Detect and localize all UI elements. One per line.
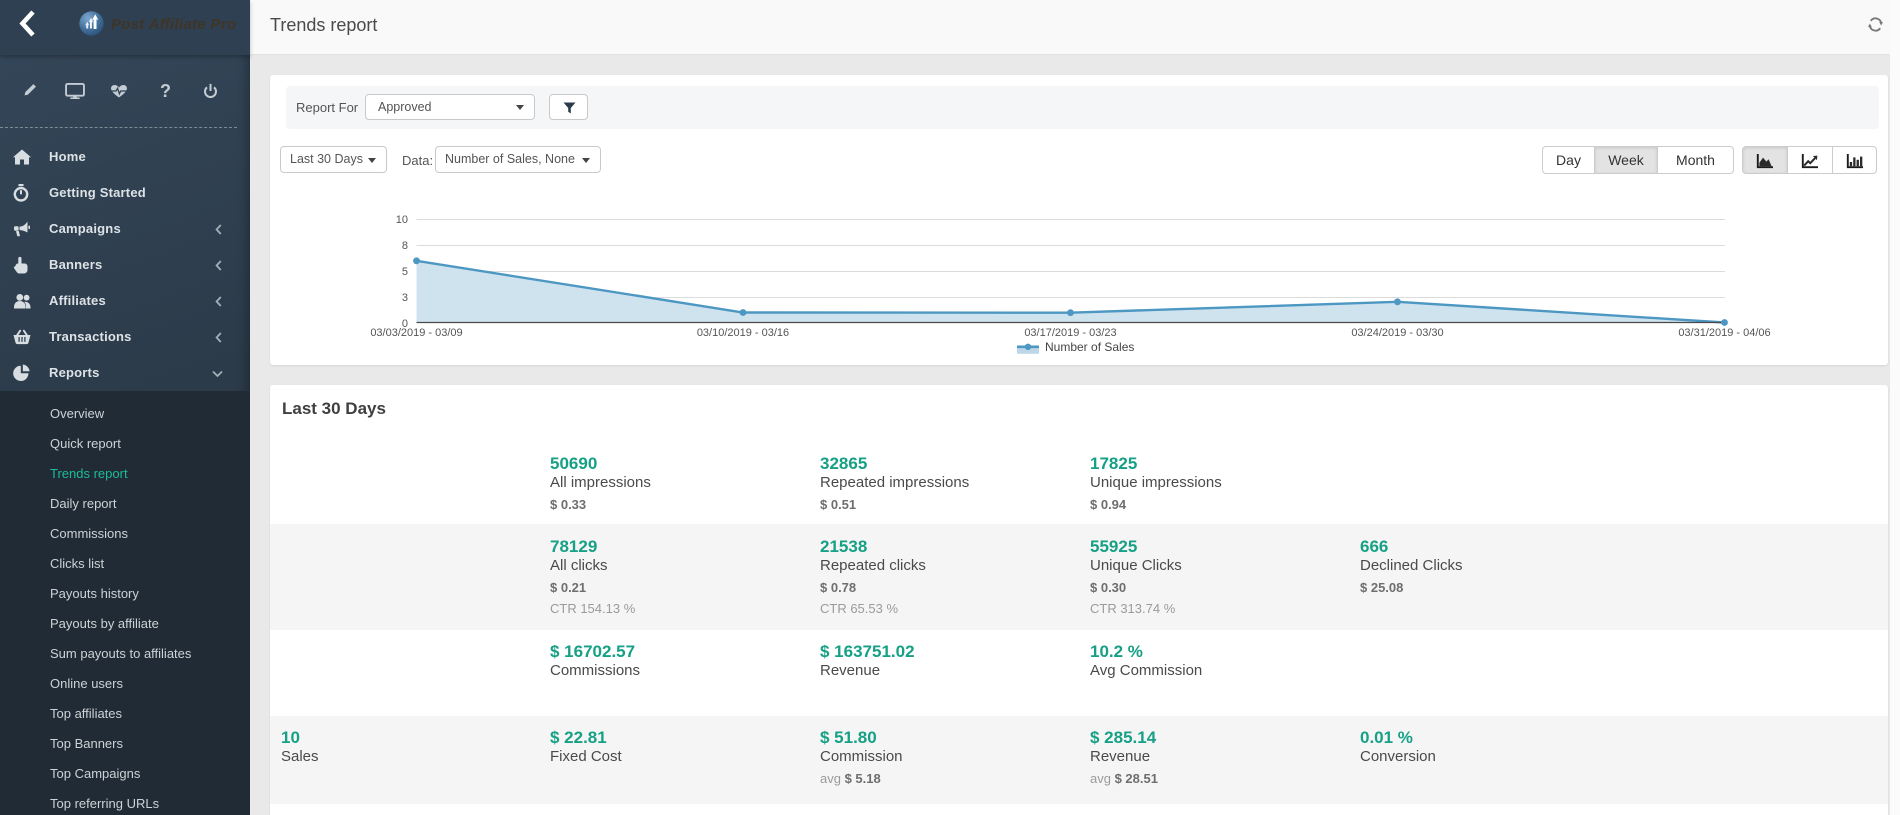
svg-text:8: 8 — [402, 240, 408, 252]
svg-text:Number of Sales: Number of Sales — [1045, 340, 1134, 354]
svg-text:3: 3 — [402, 292, 408, 304]
svg-text:03/03/2019 - 03/09: 03/03/2019 - 03/09 — [370, 327, 462, 339]
svg-text:03/31/2019 - 04/06: 03/31/2019 - 04/06 — [1678, 327, 1770, 339]
svg-text:10: 10 — [396, 214, 408, 226]
svg-text:5: 5 — [402, 266, 408, 278]
svg-text:03/10/2019 - 03/16: 03/10/2019 - 03/16 — [697, 327, 789, 339]
svg-text:03/17/2019 - 03/23: 03/17/2019 - 03/23 — [1024, 327, 1116, 339]
svg-text:03/24/2019 - 03/30: 03/24/2019 - 03/30 — [1351, 327, 1443, 339]
